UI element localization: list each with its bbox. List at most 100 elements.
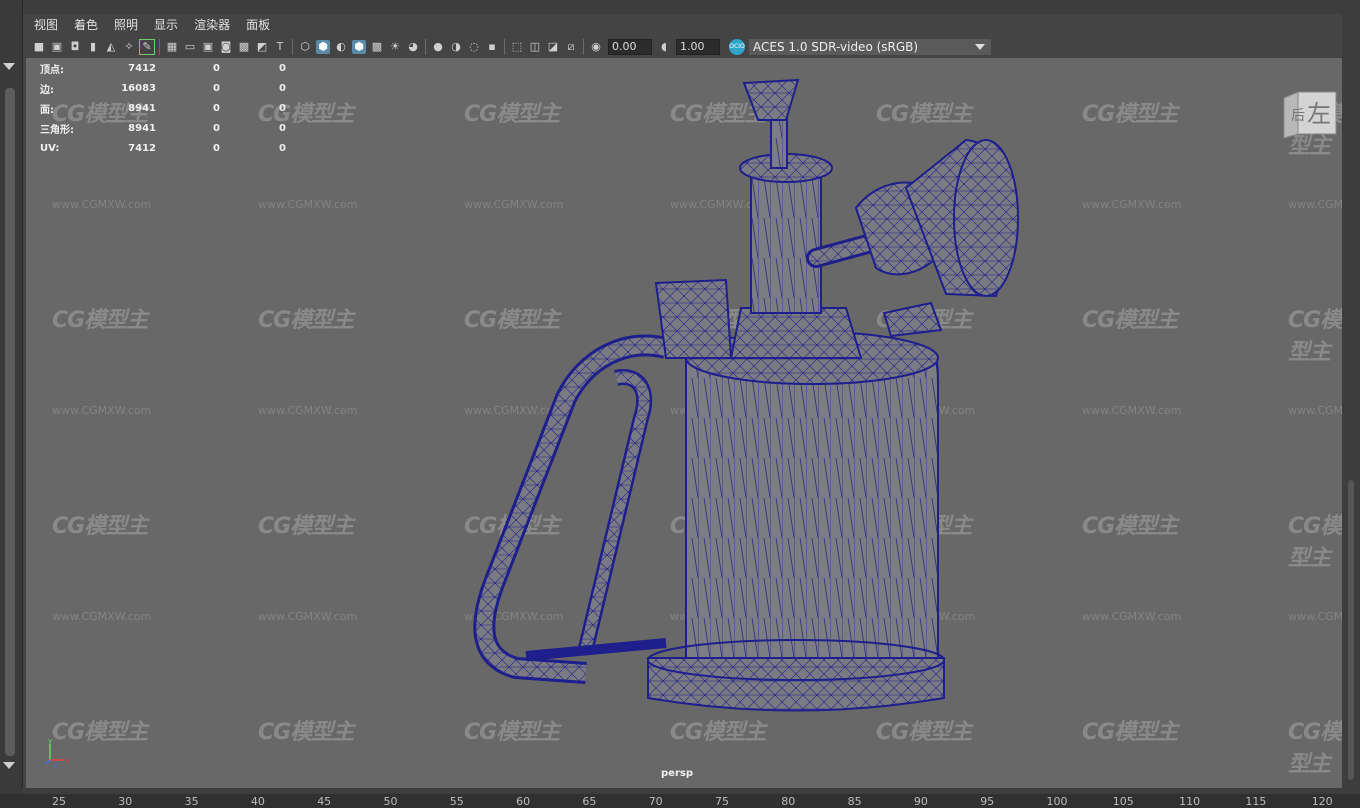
ruler-tick-label: 35	[184, 795, 199, 808]
menu-lighting[interactable]: 照明	[106, 14, 146, 36]
poly-count-hud: 顶点: 7412 0 0 边: 16083 0 0 面: 8941 0 0 三角…	[40, 58, 286, 158]
hud-uv: 0	[279, 62, 286, 74]
toolbar-divider	[425, 39, 426, 55]
color-management-icon[interactable]: OCIO	[729, 39, 745, 55]
use-all-lights-icon[interactable]: ☀	[388, 40, 402, 54]
ruler-tick-label: 70	[648, 795, 663, 808]
axis-z-label: z	[54, 761, 58, 768]
ruler-tick-label: 105	[1112, 795, 1134, 808]
bookmark-icon[interactable]: ◘	[68, 40, 82, 54]
ruler-tick-label: 65	[582, 795, 597, 808]
wireframe-on-shaded-icon[interactable]: ⬢	[352, 40, 366, 54]
ruler-tick-label: 25	[52, 795, 66, 808]
hud-label: 顶点:	[40, 64, 64, 76]
hud-row-edges: 边: 16083 0 0	[40, 78, 286, 98]
camera-select-icon[interactable]: ■	[32, 40, 46, 54]
ruler-tick-label: 60	[516, 795, 531, 808]
resolution-gate-icon[interactable]: ▣	[201, 40, 215, 54]
ruler-tick-label: 95	[980, 795, 995, 808]
textured-icon[interactable]: ▩	[370, 40, 384, 54]
xray-joints-icon[interactable]: ⧄	[564, 40, 578, 54]
toolbar-divider	[159, 39, 160, 55]
hud-label: 边:	[40, 84, 54, 96]
anti-aliasing-icon[interactable]: ◌	[467, 40, 481, 54]
hud-row-uvs: UV: 7412 0 0	[40, 138, 286, 158]
panel-toolbar: ■ ▣ ◘ ▮ ◭ ✧ ✎ ▦ ▭ ▣ ◙ ▩ ◩ T ⬡ ⬢ ◐ ⬢ ▩ ☀ …	[26, 36, 1342, 58]
menu-renderer[interactable]: 渲染器	[186, 14, 238, 36]
hud-label: UV:	[40, 142, 60, 154]
ruler-tick-label: 90	[913, 795, 928, 808]
2d-pan-icon[interactable]: ◭	[104, 40, 118, 54]
grid-icon[interactable]: ▦	[165, 40, 179, 54]
toolbar-divider	[583, 39, 584, 55]
hud-selected: 0	[213, 62, 220, 74]
hud-row-faces: 面: 8941 0 0	[40, 98, 286, 118]
ruler-tick-label: 115	[1245, 795, 1267, 808]
toolbar-divider	[504, 39, 505, 55]
xray-icon[interactable]: ◫	[528, 40, 542, 54]
view-transform-dropdown[interactable]: ACES 1.0 SDR-video (sRGB)	[749, 39, 991, 55]
camera-name-label: persp	[661, 768, 693, 779]
ruler-tick-label: 120	[1311, 795, 1333, 808]
ruler-tick-label: 85	[847, 795, 862, 808]
hud-selected: 0	[213, 122, 220, 134]
collapse-arrow-icon[interactable]	[3, 63, 15, 70]
wireframe-icon[interactable]: ⬡	[298, 40, 312, 54]
hud-uv: 0	[279, 122, 286, 134]
ruler-tick-label: 110	[1179, 795, 1201, 808]
motion-blur-icon[interactable]: ◑	[449, 40, 463, 54]
chevron-down-icon	[975, 44, 985, 50]
axis-x-label: x	[65, 757, 69, 765]
gamma-field[interactable]: 1.00	[676, 39, 720, 55]
gate-mask-icon[interactable]: ◙	[219, 40, 233, 54]
menu-panels[interactable]: 面板	[238, 14, 278, 36]
hud-value: 7412	[128, 62, 156, 74]
right-panel-strip	[1342, 0, 1360, 808]
screen-space-ao-icon[interactable]: ●	[431, 40, 445, 54]
toolbar-divider	[292, 39, 293, 55]
pencil-icon[interactable]: ✎	[139, 39, 155, 55]
window-top-edge	[22, 0, 1342, 14]
hud-uv: 0	[279, 142, 286, 154]
smooth-shade-icon[interactable]: ⬢	[316, 40, 330, 54]
expand-arrow-icon[interactable]	[3, 762, 15, 769]
perspective-viewport[interactable]: CG模型主CG模型主CG模型主CG模型主CG模型主CG模型主CG模型主CG模型主…	[26, 58, 1342, 788]
view-transform-value: ACES 1.0 SDR-video (sRGB)	[753, 40, 919, 54]
hud-label: 面:	[40, 104, 54, 116]
right-scrollbar[interactable]	[1348, 480, 1354, 780]
left-scrollbar[interactable]	[5, 88, 15, 756]
hud-uv: 0	[279, 82, 286, 94]
menu-show[interactable]: 显示	[146, 14, 186, 36]
film-gate-icon[interactable]: ▭	[183, 40, 197, 54]
ruler-tick-label: 100	[1046, 795, 1068, 808]
hud-row-triangles: 三角形: 8941 0 0	[40, 118, 286, 138]
gamma-icon[interactable]: ◖	[657, 40, 671, 54]
blowtorch-wireframe-model[interactable]	[26, 58, 1342, 788]
safe-action-icon[interactable]: ◩	[255, 40, 269, 54]
image-plane-icon[interactable]: ▮	[86, 40, 100, 54]
xray-active-icon[interactable]: ◪	[546, 40, 560, 54]
default-material-icon[interactable]: ◐	[334, 40, 348, 54]
depth-of-field-icon[interactable]: ▪	[485, 40, 499, 54]
camera-attributes-icon[interactable]: ▣	[50, 40, 64, 54]
ruler-tick-label: 80	[781, 795, 796, 808]
exposure-icon[interactable]: ◉	[589, 40, 603, 54]
safe-title-icon[interactable]: T	[273, 40, 287, 54]
hud-uv: 0	[279, 102, 286, 114]
shadows-icon[interactable]: ◕	[406, 40, 420, 54]
ruler-tick-label: 45	[317, 795, 332, 808]
field-chart-icon[interactable]: ▩	[237, 40, 251, 54]
hud-row-vertices: 顶点: 7412 0 0	[40, 58, 286, 78]
time-ruler[interactable]	[0, 794, 1360, 808]
menu-view[interactable]: 视图	[26, 14, 66, 36]
hud-value: 16083	[121, 82, 156, 94]
hud-value: 8941	[128, 122, 156, 134]
menu-shading[interactable]: 着色	[66, 14, 106, 36]
left-panel-strip	[0, 0, 23, 808]
viewcube-left-label: 左	[1307, 100, 1331, 128]
view-cube[interactable]: 后 左	[1280, 88, 1338, 140]
exposure-field[interactable]: 0.00	[608, 39, 652, 55]
grease-pencil-icon[interactable]: ✧	[122, 40, 136, 54]
isolate-select-icon[interactable]: ⬚	[510, 40, 524, 54]
hud-value: 7412	[128, 142, 156, 154]
